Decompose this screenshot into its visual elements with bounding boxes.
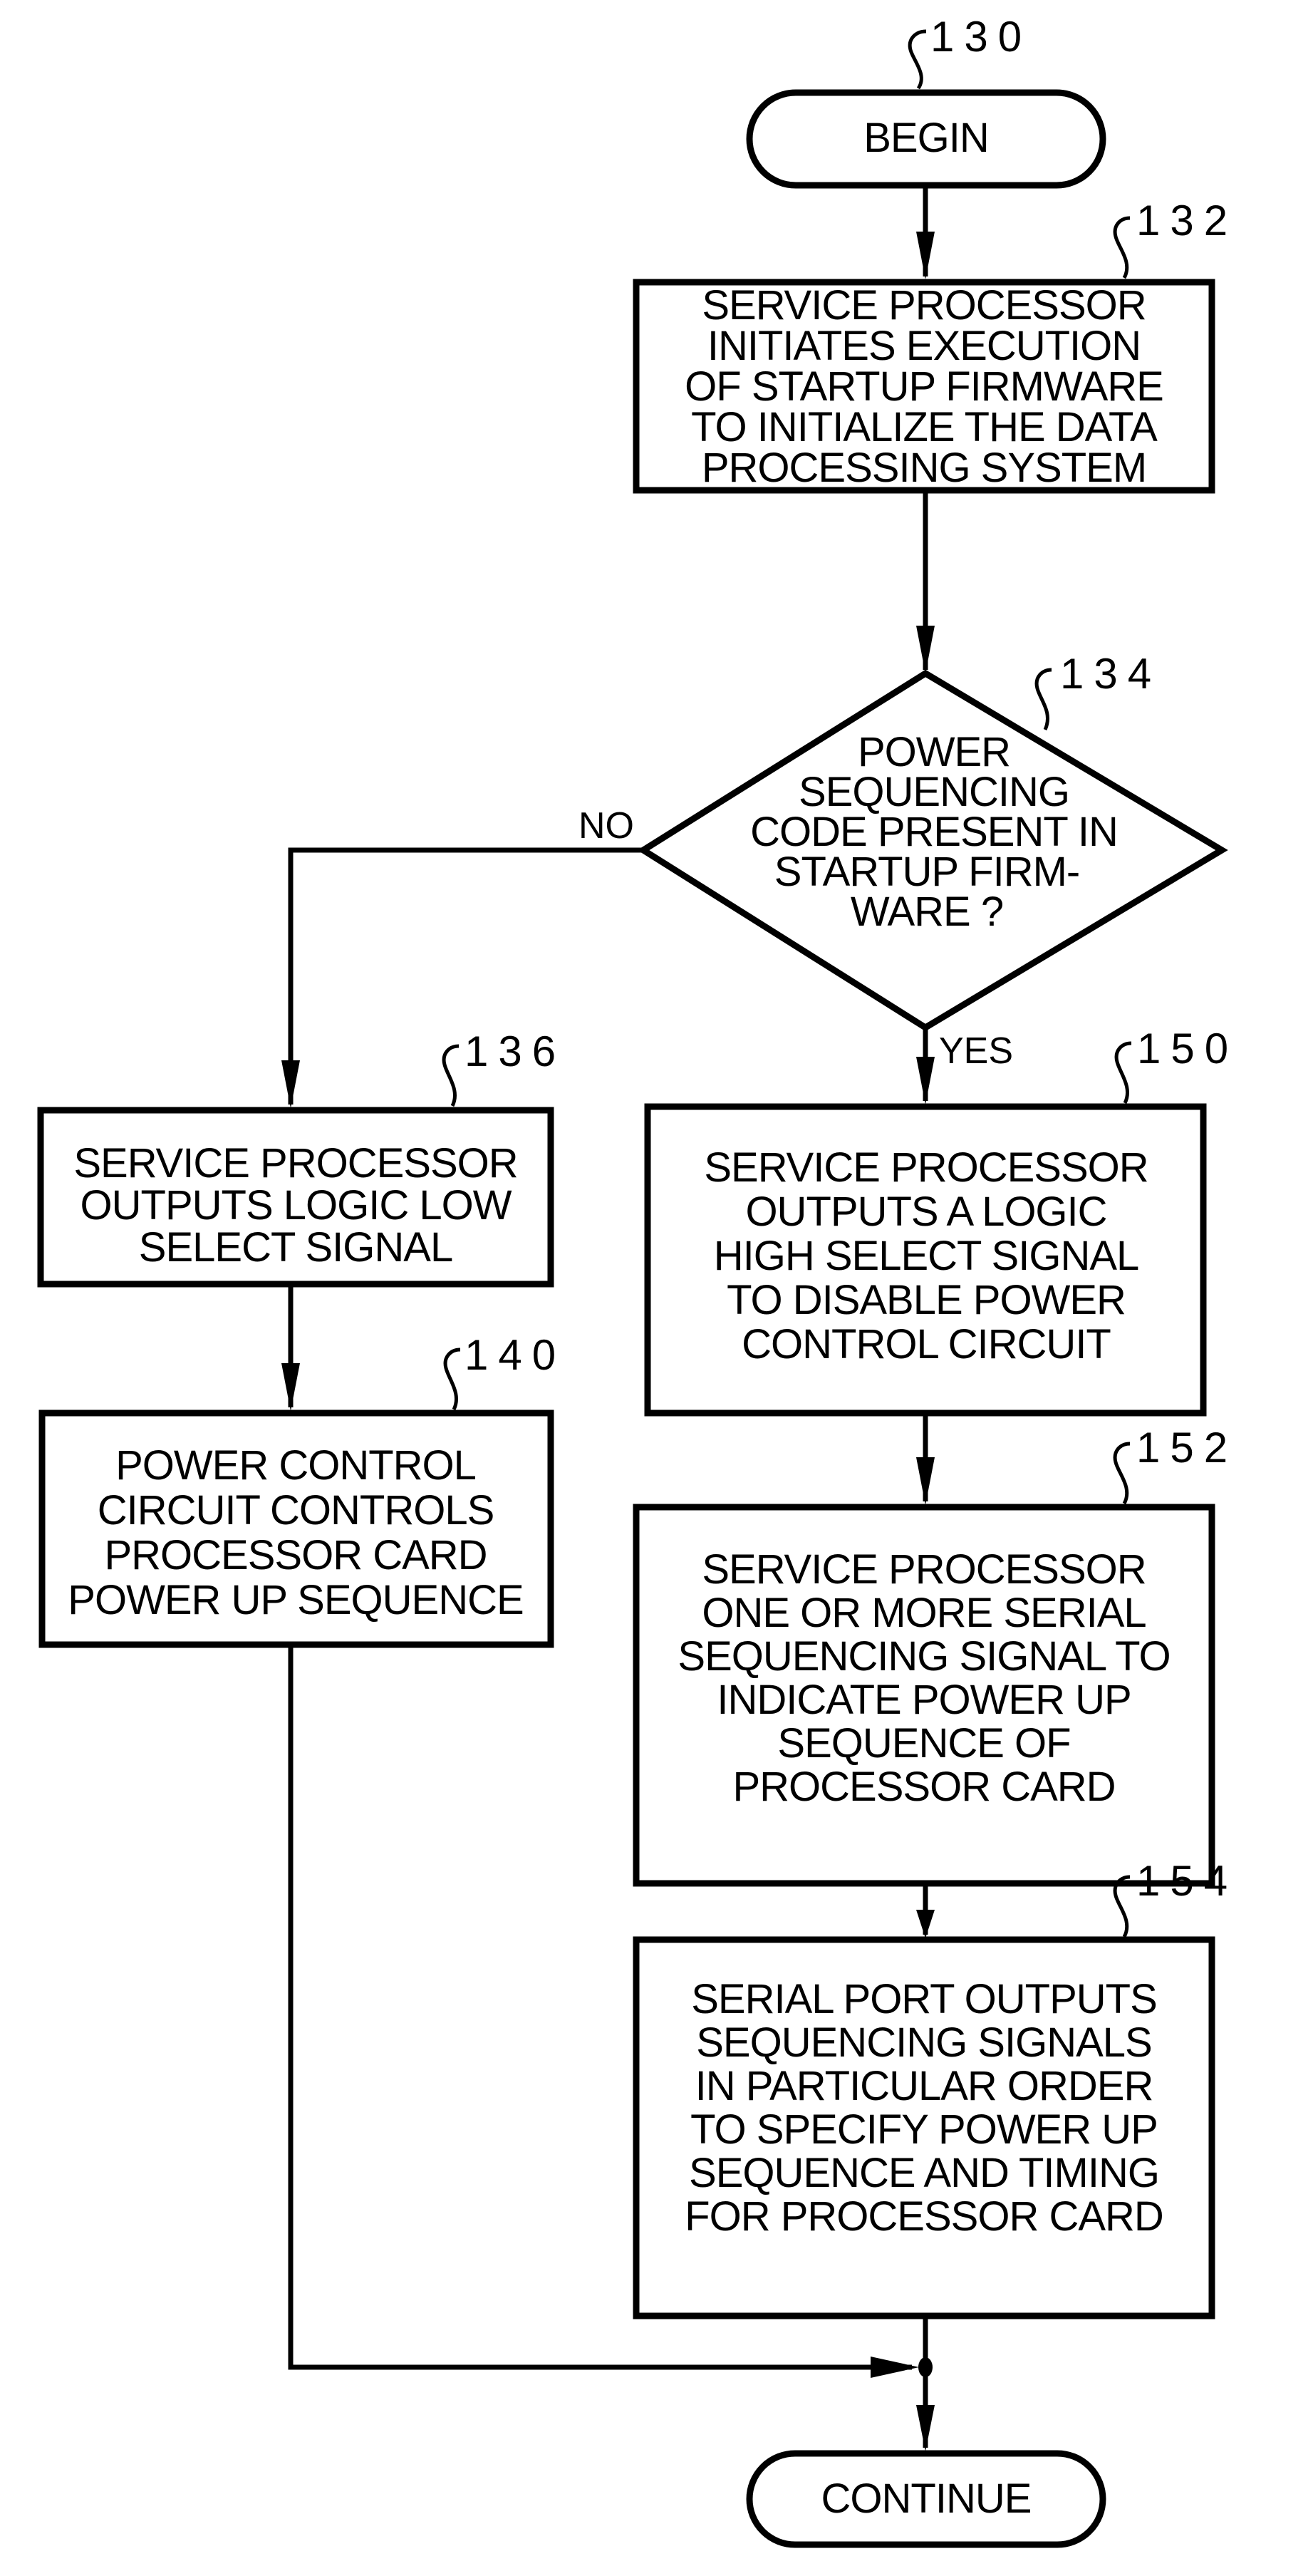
node-154-process[interactable]: SERIAL PORT OUTPUTS SEQUENCING SIGNALS I… (633, 1936, 1215, 2319)
node-134-decision[interactable]: POWER SEQUENCING CODE PRESENT IN STARTUP… (637, 669, 1228, 1032)
ref-140: 140 (465, 1331, 566, 1379)
node-continue[interactable]: CONTINUE (746, 2450, 1106, 2548)
leader-line-icon (1113, 216, 1131, 279)
ref-132: 132 (1136, 197, 1237, 244)
node-label: INITIATES EXECUTION (707, 323, 1141, 369)
node-label: SELECT SIGNAL (139, 1224, 452, 1271)
node-150-process[interactable]: SERVICE PROCESSOR OUTPUTS A LOGIC HIGH S… (644, 1103, 1207, 1417)
node-label: ONE OR MORE SERIAL (702, 1590, 1146, 1636)
node-label: POWER CONTROL (115, 1442, 476, 1489)
leader-line-icon (1114, 1041, 1132, 1105)
node-label: SERVICE PROCESSOR (73, 1140, 517, 1186)
leader-line-icon (443, 1348, 461, 1411)
arrowhead-icon (281, 1060, 300, 1108)
arrowhead-icon (916, 232, 935, 279)
node-label: TO INITIALIZE THE DATA (691, 404, 1158, 450)
node-label: PROCESSOR CARD (732, 1764, 1115, 1810)
node-label: FOR PROCESSOR CARD (685, 2193, 1163, 2240)
ref-152: 152 (1136, 1424, 1237, 1471)
node-label: POWER UP SEQUENCE (68, 1577, 523, 1623)
ref-130: 130 (930, 13, 1032, 61)
node-label: WARE ? (851, 889, 1003, 935)
node-136-process[interactable]: SERVICE PROCESSOR OUTPUTS LOGIC LOW SELE… (37, 1107, 554, 1288)
leader-line-icon (908, 29, 927, 90)
node-label: PROCESSOR CARD (104, 1532, 487, 1578)
node-label: INDICATE POWER UP (717, 1677, 1131, 1723)
node-label: SEQUENCE OF (777, 1720, 1070, 1767)
node-label: CONTROL CIRCUIT (742, 1321, 1111, 1367)
node-label: OUTPUTS LOGIC LOW (81, 1182, 512, 1228)
arrowhead-icon (871, 2357, 919, 2378)
junction-dot-icon (918, 2357, 933, 2377)
node-label: OF STARTUP FIRMWARE (685, 363, 1163, 410)
node-label: TO SPECIFY POWER UP (690, 2106, 1158, 2153)
node-130-begin[interactable]: BEGIN (746, 89, 1106, 189)
node-140-process[interactable]: POWER CONTROL CIRCUIT CONTROLS PROCESSOR… (38, 1409, 554, 1648)
node-label: SEQUENCE AND TIMING (689, 2150, 1159, 2196)
ref-136: 136 (465, 1028, 566, 1075)
node-label: SERIAL PORT OUTPUTS (691, 1976, 1157, 2022)
node-label: OUTPUTS A LOGIC (745, 1189, 1106, 1235)
node-label: IN PARTICULAR ORDER (695, 2063, 1153, 2109)
arrowhead-icon (916, 1057, 935, 1105)
node-label: SERVICE PROCESSOR (702, 282, 1146, 329)
node-label: SEQUENCING SIGNALS (696, 2019, 1151, 2066)
arrowhead-icon (281, 1363, 300, 1411)
arrowhead-icon (916, 1910, 935, 1938)
ref-154: 154 (1136, 1857, 1237, 1905)
leader-line-icon (442, 1044, 460, 1107)
node-label: CIRCUIT CONTROLS (98, 1487, 494, 1533)
node-label: SERVICE PROCESSOR (702, 1546, 1146, 1593)
flowchart: BEGIN SERVICE PROCESSOR INITIATES EXECUT… (37, 13, 1238, 2548)
arrowhead-icon (916, 2405, 935, 2451)
branch-label-yes: YES (939, 1030, 1013, 1072)
node-152-process[interactable]: SERVICE PROCESSOR ONE OR MORE SERIAL SEQ… (633, 1504, 1215, 1887)
node-label: SEQUENCING SIGNAL TO (678, 1633, 1170, 1680)
ref-134: 134 (1060, 650, 1161, 698)
node-label: TO DISABLE POWER (727, 1277, 1126, 1323)
node-132-process[interactable]: SERVICE PROCESSOR INITIATES EXECUTION OF… (633, 279, 1215, 494)
ref-150: 150 (1137, 1025, 1238, 1072)
leader-line-icon (1113, 1442, 1131, 1505)
node-label: BEGIN (863, 115, 989, 161)
arrowhead-icon (916, 626, 935, 673)
arrowhead-icon (916, 1457, 935, 1505)
node-label: CONTINUE (821, 2476, 1032, 2522)
node-label: HIGH SELECT SIGNAL (714, 1233, 1139, 1279)
branch-label-no: NO (578, 805, 634, 847)
node-label: SERVICE PROCESSOR (704, 1144, 1148, 1191)
node-label: PROCESSING SYSTEM (702, 445, 1146, 491)
leader-line-icon (1034, 668, 1052, 731)
